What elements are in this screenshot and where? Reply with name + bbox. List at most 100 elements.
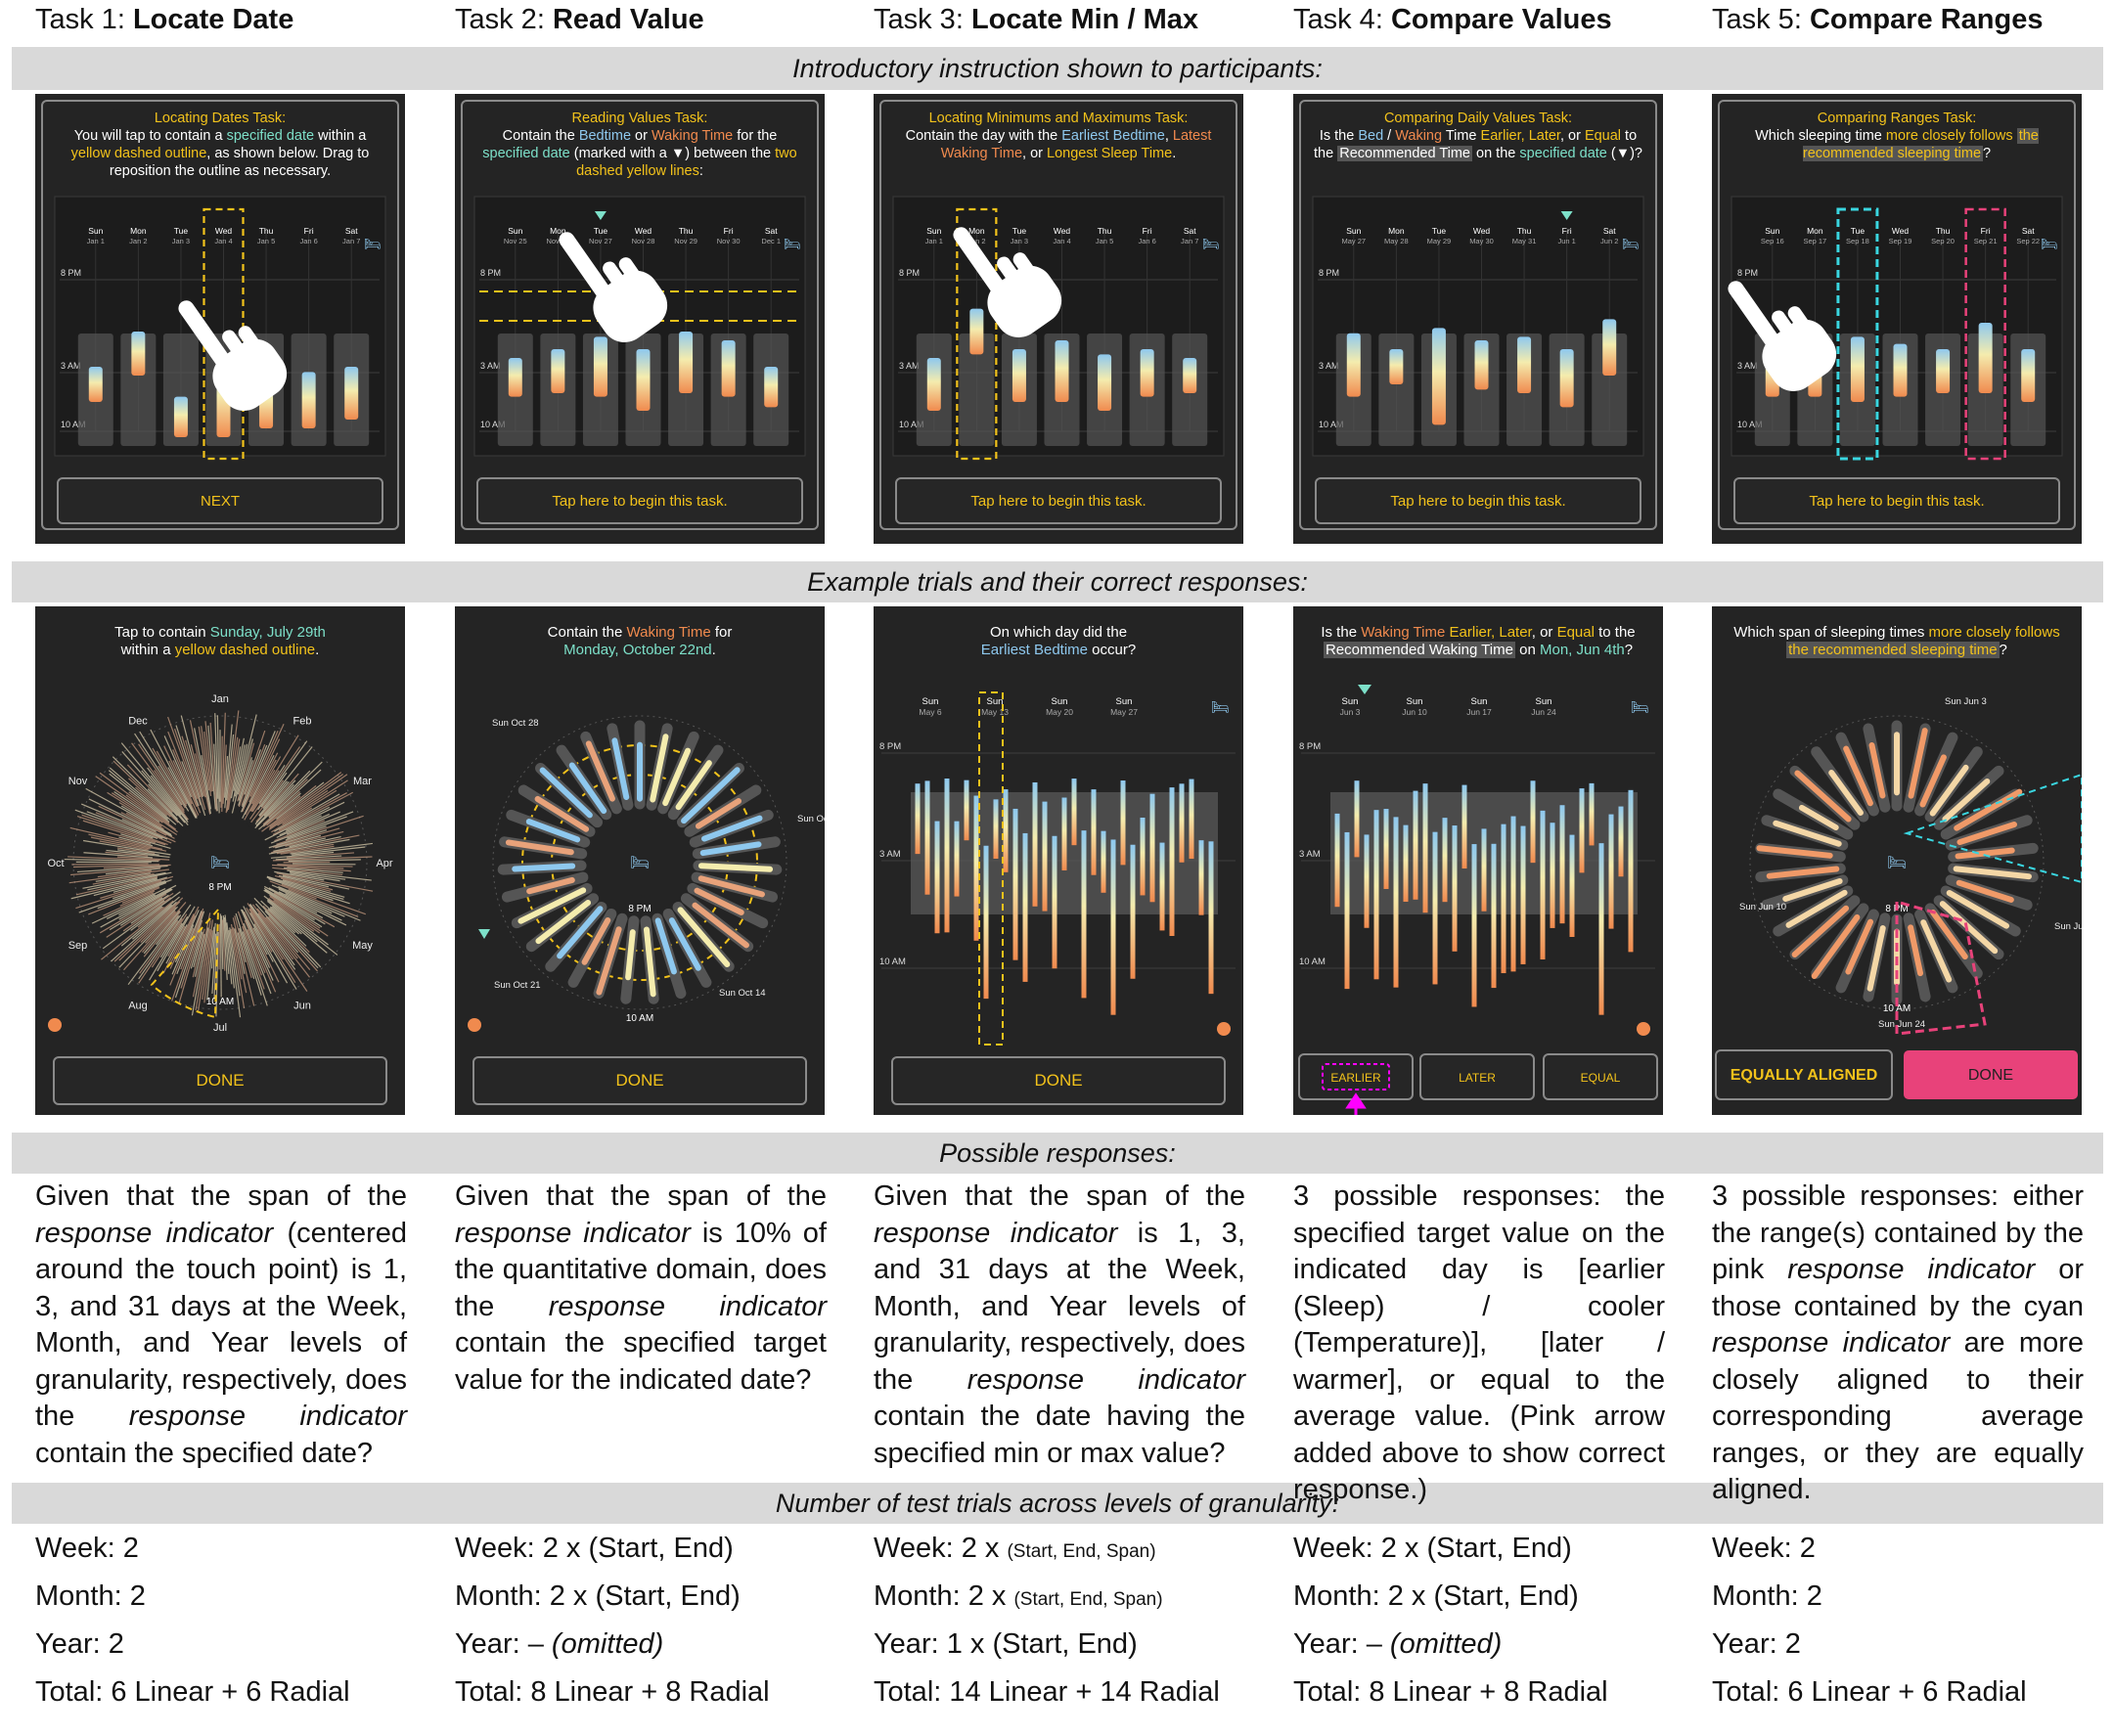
trial-text: Week: 2 x [874,1533,1008,1564]
week-day-label: Sun [987,696,1004,707]
task-title-1: Task 1: Locate Date [35,4,293,36]
task-name: Locate Min / Max [970,4,1198,35]
text-part: Given that the span of the [455,1180,827,1212]
begin-task-button[interactable]: Tap here to begin this task. [476,477,803,524]
day-label: Sun [1765,226,1779,236]
sleep-bar [131,332,146,376]
task-prefix: Task 5: [1712,4,1810,35]
axis-label: 8 PM [899,268,920,278]
week-date-label: May 13 [981,707,1009,717]
trial-text: Month: 2 x [874,1580,1014,1612]
sleep-bar [1012,349,1026,402]
week-label: Sun Oct 21 [494,980,541,991]
axis-label: 3 AM [480,361,501,371]
button-label: EARLIER [1330,1071,1381,1085]
sleep-bar [721,340,736,397]
sleep-bar [954,821,960,897]
done-button[interactable]: DONE [472,1056,807,1105]
sleep-bar [964,779,969,841]
date-label: Jan 1 [87,237,105,245]
day-label: Sun [88,226,103,236]
sleep-bar [1183,358,1197,393]
trial-month-count: Month: 2 x (Start, End) [1293,1580,1579,1613]
sleep-bar [1012,808,1018,960]
axis-label: 3 AM [61,361,81,371]
month-label: Mar [353,776,372,787]
day-label: Thu [1936,226,1951,236]
done-button[interactable]: DONE [1904,1050,2078,1099]
task-prefix: Task 3: [874,4,971,35]
week-chart: 8 PM3 AM10 AMSunJan 1MonJan 2TueJan 3Wed… [892,196,1225,461]
begin-task-button[interactable]: Tap here to begin this task. [1315,477,1641,524]
example-screen-min-max: On which day did the Earliest Bedtime oc… [874,606,1243,1115]
text-part: response indicator [1712,1327,1951,1358]
trial-text: Week: 2 [35,1533,139,1564]
task-title-5: Task 5: Compare Ranges [1712,4,2043,36]
response-text-1: Given that the span of the response indi… [35,1179,407,1472]
trial-text: Total: 8 Linear + 8 Radial [1293,1676,1608,1708]
date-label: Jan 5 [1096,237,1113,245]
sleep-bar [1491,843,1497,989]
day-label: Sun [508,226,522,236]
day-label: Wed [1473,226,1491,236]
sleep-bar [1442,818,1448,903]
axis-label: 3 AM [1319,361,1339,371]
day-label: Mon [130,226,147,236]
sleep-bar [1130,844,1136,979]
task-prefix: Task 2: [455,4,553,35]
text-part: contain the specified date? [35,1437,374,1469]
sleep-bar [1373,810,1379,980]
begin-task-button[interactable]: Tap here to begin this task. [895,477,1222,524]
sleep-bar [973,795,979,941]
bed-icon: 🛏 [1887,855,1907,871]
sleep-bar [1432,831,1438,985]
answer-button-later[interactable]: LATER [1419,1053,1535,1100]
linear-month-chart: 8 PM3 AM10 AMSunMay 6SunMay 13SunMay 20S… [879,691,1236,1046]
axis-label: 3 AM [879,849,901,860]
done-button[interactable]: DONE [53,1056,387,1105]
trial-text: Month: 2 [35,1580,146,1612]
sleep-bar [1510,816,1516,972]
week-day-label: Sun [1536,696,1552,707]
week-label: Sun Jun 17 [2054,921,2082,932]
axis-label: 3 AM [1299,849,1321,860]
trial-year-count: Year: 1 x (Start, End) [874,1628,1138,1661]
text-part: response indicator [1787,1254,2036,1285]
button-label: DONE [1968,1067,2013,1084]
sleep-bar [1159,842,1165,931]
bed-icon: 🛏 [364,236,382,251]
done-button[interactable]: DONE [891,1056,1226,1105]
trial-month-count: Month: 2 [35,1580,146,1613]
month-label: Aug [128,1000,148,1011]
sleep-bar [1569,834,1575,937]
sleep-bar [1110,839,1116,1015]
task-prefix: Task 1: [35,4,133,35]
date-label: Jan 3 [172,237,190,245]
day-label: Mon [1807,226,1823,236]
begin-task-button[interactable]: Tap here to begin this task. [1733,477,2060,524]
next-button[interactable]: NEXT [57,477,383,524]
sleep-bar [1893,343,1908,397]
answer-button-earlier[interactable]: EARLIER [1298,1053,1414,1100]
sleep-bar [344,367,359,420]
date-label: Jan 2 [129,237,147,245]
task-title-3: Task 3: Locate Min / Max [874,4,1198,36]
date-label: May 28 [1384,237,1409,245]
answer-button-equal[interactable]: EQUAL [1543,1053,1658,1100]
task-name: Compare Ranges [1809,4,2044,35]
day-mark [277,779,348,826]
axis-label: 8 PM [1737,268,1758,278]
trial-month-count: Month: 2 x (Start, End) [455,1580,741,1613]
sleep-bar [1061,797,1067,870]
week-chart: 8 PM3 AM10 AMSunJan 1MonJan 2TueJan 3Wed… [54,196,386,461]
sleep-bar [1431,328,1446,425]
response-text-5: 3 possible responses: either the range(s… [1712,1179,2084,1509]
trial-text: Year: – [1293,1628,1390,1660]
month-label: Sep [68,940,88,952]
week-label: Sun Oct 14 [719,988,766,999]
day-label: Thu [1098,226,1112,236]
week-date-label: May 6 [919,707,941,717]
day-label: Tue [594,226,608,236]
sun-icon [48,1018,62,1032]
equally-aligned-button[interactable]: EQUALLY ALIGNED [1715,1049,1893,1100]
